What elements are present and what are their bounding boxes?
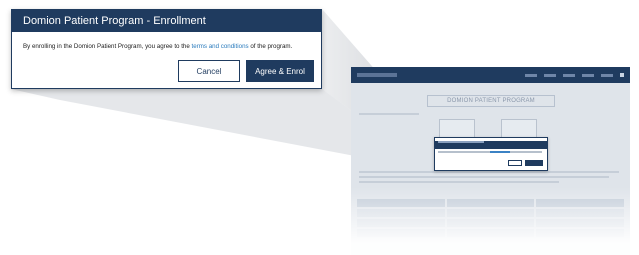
thumbnail-dialog-link [490, 151, 510, 153]
thumbnail-fade-overlay [351, 187, 630, 255]
dialog-title: Domion Patient Program - Enrollment [12, 10, 321, 32]
terms-and-conditions-link[interactable]: terms and conditions [192, 43, 249, 50]
dialog-message-suffix: of the program. [248, 43, 293, 50]
thumbnail-dialog-header [435, 141, 547, 149]
thumbnail-title-frame: DOMION PATIENT PROGRAM [427, 95, 555, 107]
thumbnail-text-line [359, 176, 609, 178]
thumbnail-enrollment-dialog [434, 137, 548, 171]
thumbnail-nav-link [563, 73, 575, 77]
thumbnail-navbar [351, 67, 630, 83]
thumbnail-nav-link [601, 73, 613, 77]
thumbnail-logo [357, 73, 397, 77]
thumbnail-nav-link [544, 73, 556, 77]
thumbnail-dialog-text [438, 151, 542, 153]
thumbnail-user-icon [620, 73, 624, 77]
thumbnail-text-line [359, 113, 419, 115]
agree-and-enrol-button[interactable]: Agree & Enrol [246, 60, 314, 82]
dialog-message: By enrolling in the Domion Patient Progr… [12, 32, 321, 50]
page-title: DOMION PATIENT PROGRAM [447, 98, 535, 104]
thumbnail-text-line [359, 181, 559, 183]
thumbnail-nav-link [525, 73, 537, 77]
thumbnail-agree-button [525, 160, 543, 166]
thumbnail-cancel-button [508, 160, 522, 166]
thumbnail-dialog-title [438, 141, 484, 143]
dialog-message-prefix: By enrolling in the Domion Patient Progr… [23, 43, 192, 50]
dialog-actions: Cancel Agree & Enrol [178, 60, 314, 82]
cancel-button[interactable]: Cancel [178, 60, 240, 82]
thumbnail-nav-link [582, 73, 594, 77]
screenshot-stage: DOMION PATIENT PROGRAM Domion Patient Pr… [0, 0, 639, 255]
thumbnail-text-line [359, 171, 619, 173]
enrollment-dialog: Domion Patient Program - Enrollment By e… [11, 9, 322, 89]
